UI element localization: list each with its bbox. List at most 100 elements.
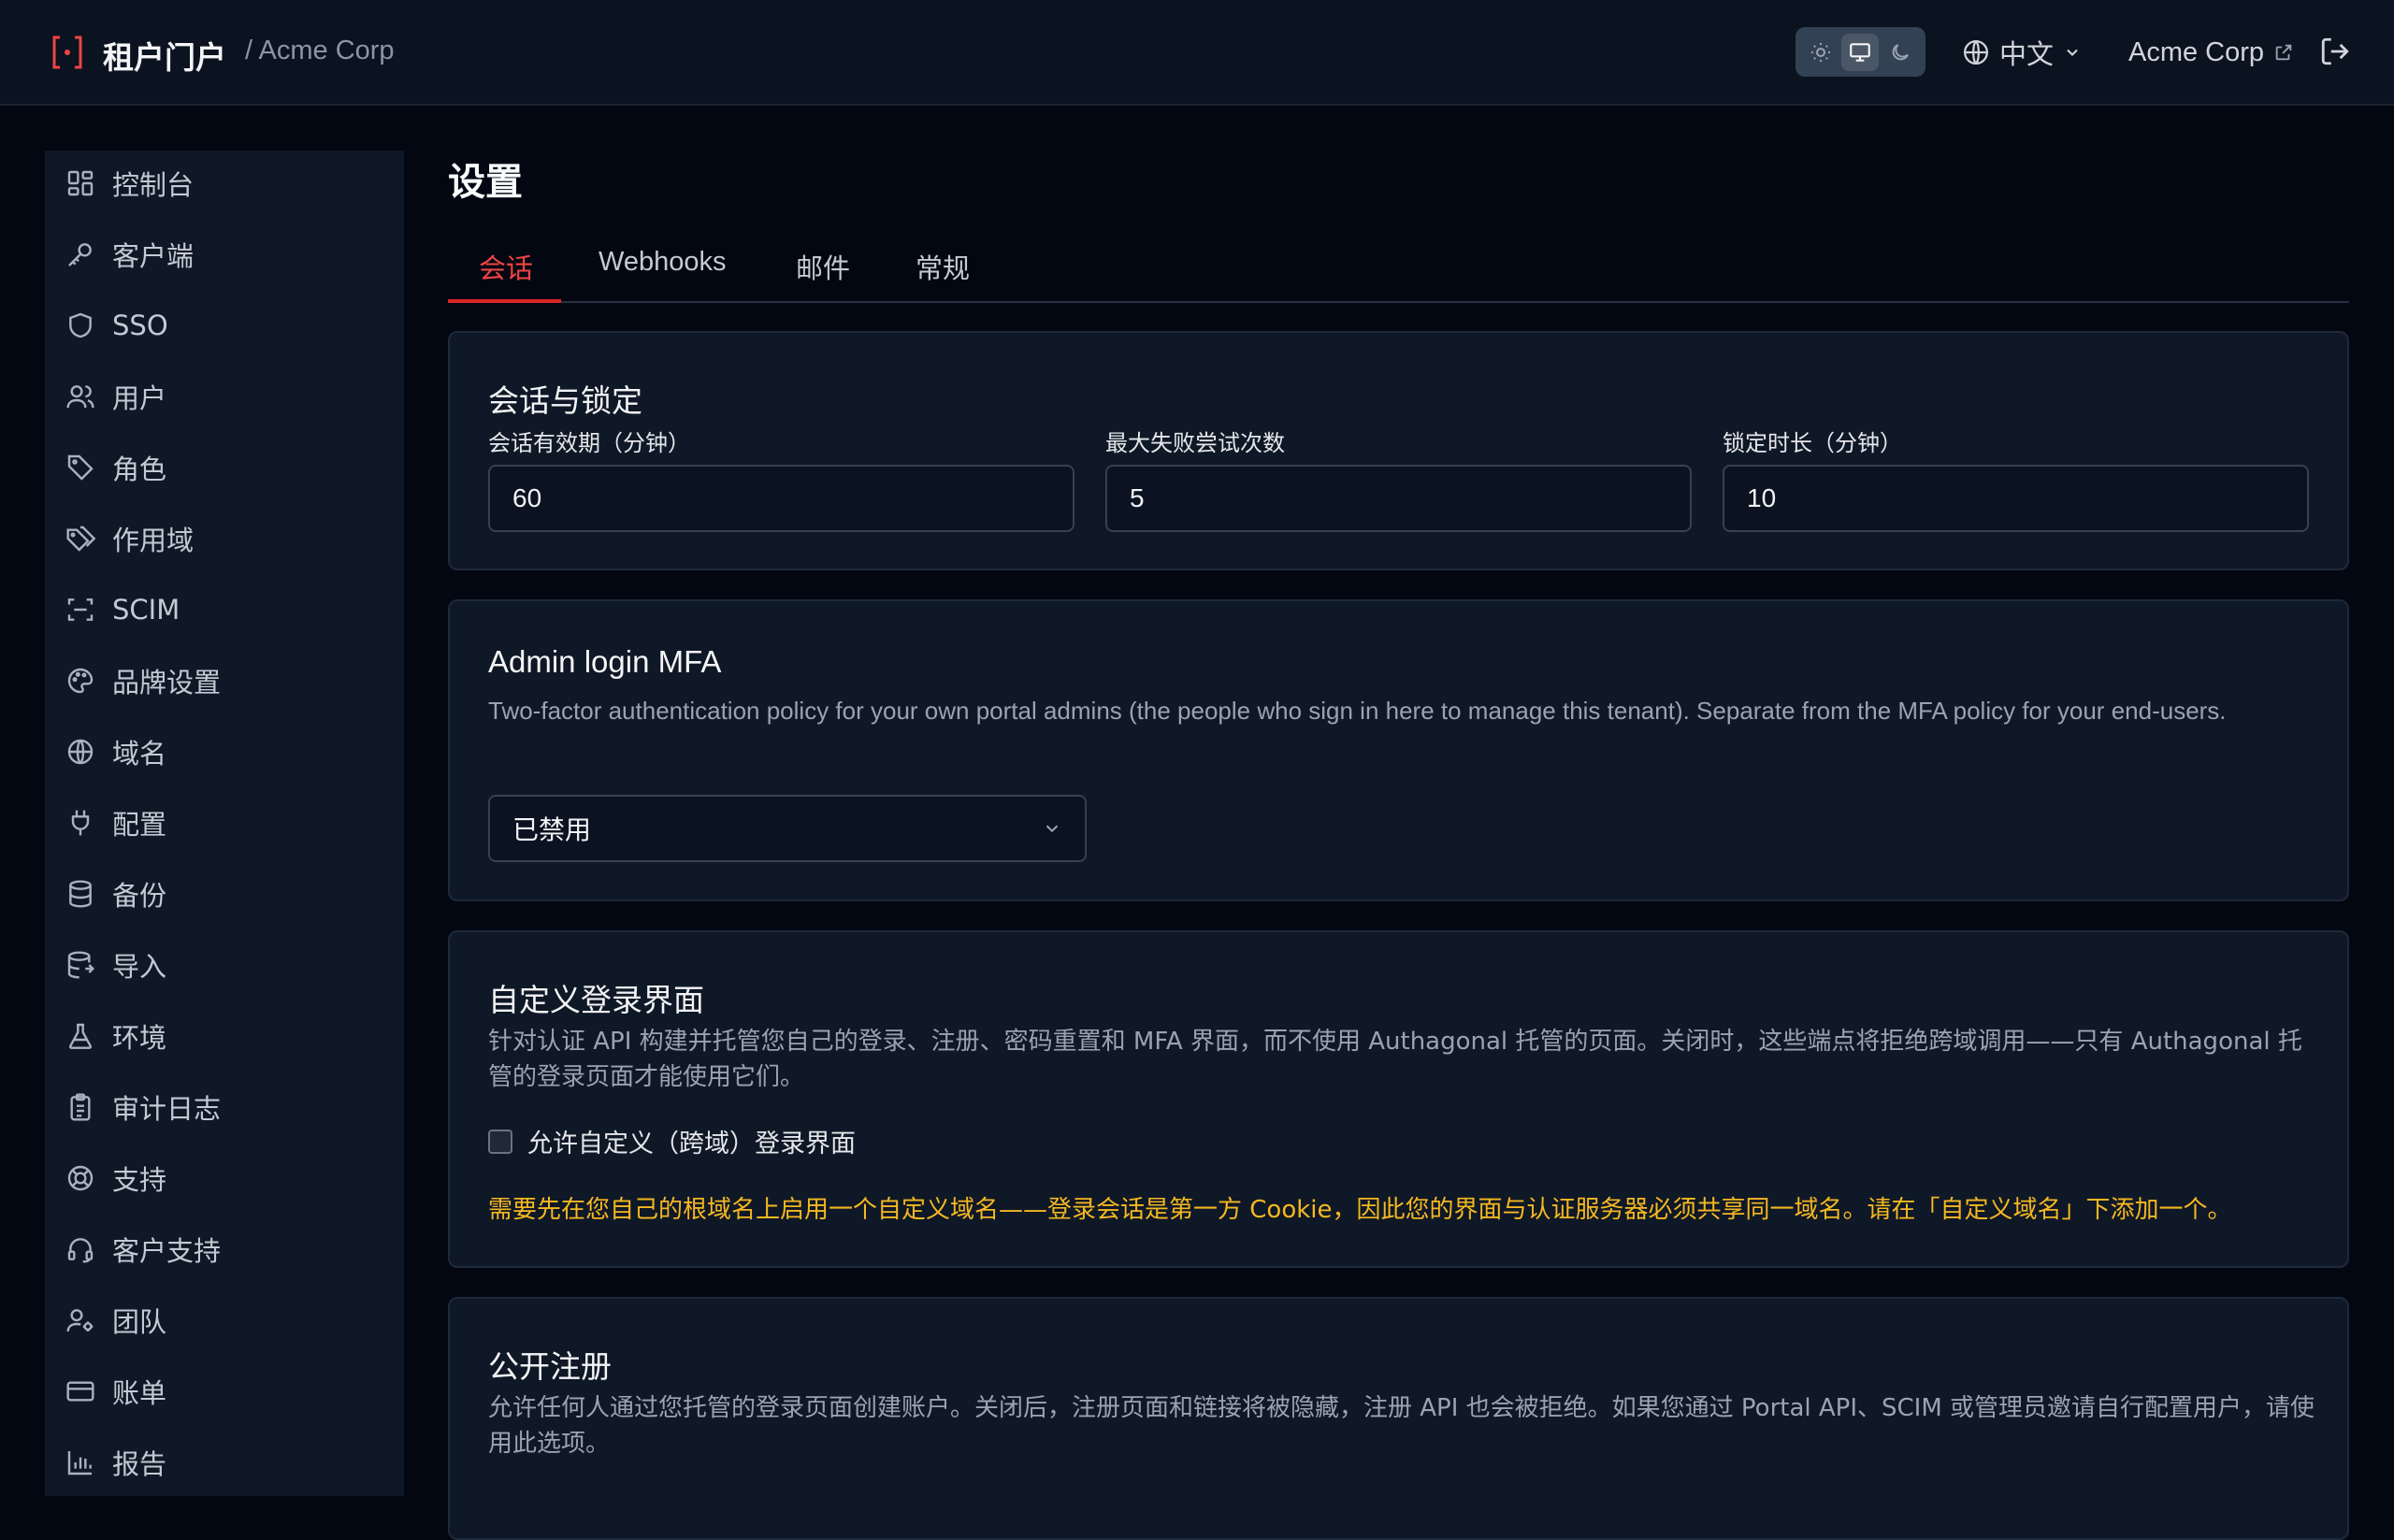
card-description: 允许任何人通过您托管的登录页面创建账户。关闭后，注册页面和链接将被隐藏，注册 A… — [488, 1394, 2315, 1458]
session-lifetime-label: 会话有效期（分钟） — [488, 430, 690, 456]
sidebar-item-roles[interactable]: 角色 — [45, 435, 404, 500]
sidebar-item-label: 品牌设置 — [112, 667, 222, 698]
card-title: Admin login MFA — [488, 644, 722, 679]
sidebar-item-label: 客户支持 — [112, 1235, 222, 1267]
sidebar-item-label: 域名 — [112, 738, 167, 770]
sidebar-item-label: 团队 — [112, 1306, 167, 1338]
bar-chart-icon — [65, 1447, 95, 1477]
scan-icon — [65, 595, 95, 625]
settings-tabs: 会话 Webhooks 邮件 常规 — [448, 234, 2349, 303]
sidebar-item-label: SCIM — [112, 594, 180, 626]
select-value: 已禁用 — [512, 814, 592, 845]
sidebar-item-config[interactable]: 配置 — [45, 790, 404, 856]
flask-icon — [65, 1021, 95, 1051]
clipboard-icon — [65, 1092, 95, 1122]
sidebar-item-import[interactable]: 导入 — [45, 932, 404, 998]
tag-icon — [65, 453, 95, 482]
sidebar-item-team[interactable]: 团队 — [45, 1288, 404, 1353]
allow-custom-login-option[interactable]: 允许自定义（跨域）登录界面 — [488, 1123, 856, 1159]
tenant-link-label: Acme Corp — [2128, 36, 2265, 67]
theme-switcher — [1796, 27, 1925, 77]
moon-icon[interactable] — [1882, 34, 1919, 71]
active-tab-indicator — [448, 299, 561, 303]
sidebar-item-users[interactable]: 用户 — [45, 364, 404, 429]
sidebar-item-branding[interactable]: 品牌设置 — [45, 648, 404, 713]
sidebar-item-label: 审计日志 — [112, 1093, 222, 1125]
lockout-duration-input[interactable]: 10 — [1723, 465, 2309, 532]
sidebar-item-scim[interactable]: SCIM — [45, 577, 404, 642]
sidebar-item-label: 备份 — [112, 880, 167, 912]
sidebar-item-environment[interactable]: 环境 — [45, 1003, 404, 1069]
card-title: 会话与锁定 — [488, 382, 642, 419]
sidebar-item-label: 客户端 — [112, 240, 195, 272]
language-selector[interactable]: 中文 — [1962, 34, 2082, 71]
public-signup-card: 公开注册 允许任何人通过您托管的登录页面创建账户。关闭后，注册页面和链接将被隐藏… — [448, 1297, 2349, 1540]
card-title: 公开注册 — [488, 1348, 612, 1385]
sidebar-item-sso[interactable]: SSO — [45, 293, 404, 358]
sidebar-item-label: 作用域 — [112, 525, 195, 556]
custom-login-card: 自定义登录界面 针对认证 API 构建并托管您自己的登录、注册、密码重置和 MF… — [448, 930, 2349, 1268]
max-failed-attempts-input[interactable]: 5 — [1105, 465, 1692, 532]
monitor-icon[interactable] — [1841, 33, 1880, 71]
sidebar-item-domains[interactable]: 域名 — [45, 719, 404, 784]
sidebar-item-label: 支持 — [112, 1164, 167, 1196]
tab-email[interactable]: 邮件 — [796, 247, 850, 303]
session-lifetime-input[interactable]: 60 — [488, 465, 1074, 532]
sidebar-item-label: 控制台 — [112, 169, 195, 201]
sidebar-item-label: 导入 — [112, 951, 167, 983]
sidebar-item-backup[interactable]: 备份 — [45, 861, 404, 927]
card-title: 自定义登录界面 — [488, 982, 704, 1018]
logout-icon[interactable] — [2319, 36, 2351, 67]
tenant-external-link[interactable]: Acme Corp — [2128, 34, 2294, 71]
custom-domain-warning: 需要先在您自己的根域名上启用一个自定义域名——登录会话是第一方 Cookie，因… — [488, 1196, 2232, 1224]
database-import-icon — [65, 950, 95, 980]
checkbox-label[interactable]: 允许自定义（跨域）登录界面 — [527, 1123, 856, 1159]
sidebar-item-label: 报告 — [112, 1448, 167, 1480]
top-bar: 租户门户 / Acme Corp 中文 Acme Corp — [0, 0, 2394, 106]
tags-icon — [65, 524, 95, 554]
brand-logo-icon[interactable] — [50, 34, 84, 71]
chevron-down-icon — [1042, 818, 1062, 839]
brand-title[interactable]: 租户门户 — [103, 33, 226, 78]
tab-general[interactable]: 常规 — [916, 247, 970, 303]
shield-icon — [65, 310, 95, 340]
sidebar-item-label: 用户 — [112, 382, 167, 414]
chevron-down-icon — [2063, 43, 2082, 62]
external-link-icon — [2273, 42, 2294, 63]
mfa-policy-select[interactable]: 已禁用 — [488, 795, 1087, 862]
lifebuoy-icon — [65, 1163, 95, 1193]
sidebar-item-label: 配置 — [112, 809, 167, 841]
credit-card-icon — [65, 1376, 95, 1406]
tenant-breadcrumb: / Acme Corp — [245, 36, 395, 65]
lockout-duration-label: 锁定时长（分钟） — [1723, 430, 1902, 456]
sidebar-item-label: 账单 — [112, 1377, 167, 1409]
sidebar-item-audit-log[interactable]: 审计日志 — [45, 1074, 404, 1140]
max-failed-attempts-label: 最大失败尝试次数 — [1105, 430, 1285, 456]
users-icon — [65, 381, 95, 411]
page-title: 设置 — [448, 161, 523, 204]
sidebar-item-scopes[interactable]: 作用域 — [45, 506, 404, 571]
headset-icon — [65, 1234, 95, 1264]
dashboard-icon — [65, 168, 95, 198]
sidebar-item-billing[interactable]: 账单 — [45, 1359, 404, 1424]
sun-icon[interactable] — [1802, 34, 1839, 71]
language-label: 中文 — [1999, 38, 2055, 70]
sidebar-item-label: SSO — [112, 309, 168, 341]
card-description: 针对认证 API 构建并托管您自己的登录、注册、密码重置和 MFA 界面，而不使… — [488, 1028, 2302, 1091]
sidebar-item-customer-support[interactable]: 客户支持 — [45, 1216, 404, 1282]
sidebar-item-reports[interactable]: 报告 — [45, 1430, 404, 1495]
database-icon — [65, 879, 95, 909]
globe-icon — [65, 737, 95, 767]
admin-mfa-card: Admin login MFA Two-factor authenticatio… — [448, 599, 2349, 901]
sidebar-item-support[interactable]: 支持 — [45, 1145, 404, 1211]
key-icon — [65, 239, 95, 269]
allow-custom-login-checkbox[interactable] — [488, 1129, 512, 1154]
sidebar: 控制台 客户端 SSO 用户 角色 作用域 SCIM 品牌设置 域名 配置 备份… — [45, 151, 404, 1496]
tab-session[interactable]: 会话 — [479, 247, 533, 303]
tab-webhooks[interactable]: Webhooks — [598, 247, 727, 303]
globe-icon — [1962, 38, 1990, 66]
sidebar-item-dashboard[interactable]: 控制台 — [45, 151, 404, 216]
plug-icon — [65, 808, 95, 838]
card-description: Two-factor authentication policy for you… — [488, 697, 2227, 725]
sidebar-item-clients[interactable]: 客户端 — [45, 222, 404, 287]
